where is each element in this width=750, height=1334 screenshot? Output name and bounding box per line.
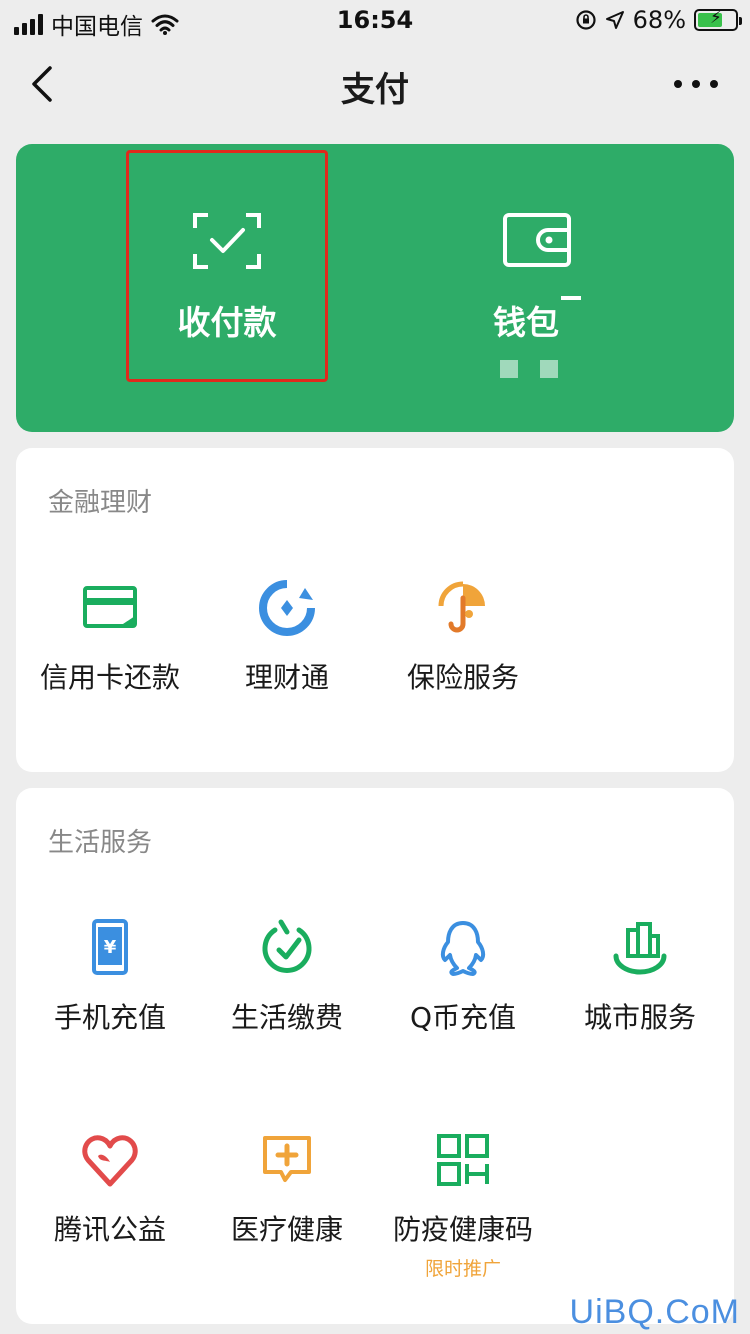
credit-card-icon bbox=[83, 586, 137, 628]
status-right: 68% ⚡ bbox=[575, 6, 742, 34]
status-bar: 中国电信 16:54 68% ⚡ bbox=[0, 0, 750, 40]
qq-icon bbox=[440, 921, 486, 976]
wallet-label: 钱包 bbox=[437, 296, 637, 344]
medical-icon bbox=[263, 1136, 311, 1182]
page-title: 支付 bbox=[341, 70, 409, 110]
receive-pay-button[interactable]: 收付款 bbox=[127, 144, 327, 432]
payment-card: 收付款 钱包 bbox=[16, 144, 734, 432]
nav-bar: 支付 bbox=[0, 40, 750, 128]
scan-pay-icon bbox=[193, 213, 261, 269]
utility-icon bbox=[262, 919, 312, 973]
wealth-icon bbox=[259, 580, 315, 636]
promo-badge: 限时推广 bbox=[424, 1258, 501, 1280]
wallet-button[interactable]: 钱包 bbox=[437, 144, 637, 432]
section-title: 生活服务 bbox=[48, 828, 153, 858]
watermark: UiBQ.CoM bbox=[569, 1293, 740, 1331]
battery-icon: ⚡ bbox=[694, 8, 742, 31]
insurance-label: 保险服务 bbox=[406, 661, 519, 694]
orientation-lock-icon bbox=[576, 10, 596, 30]
life-services-section: 生活服务 ¥ 手机充值 生活缴费 Q币充值 城市服务 腾讯公益 医疗健康 防疫健… bbox=[16, 788, 734, 1324]
city-icon bbox=[613, 922, 667, 975]
qr-code-icon bbox=[437, 1134, 489, 1186]
city-services-label: 城市服务 bbox=[583, 1001, 696, 1034]
finance-section: 金融理财 信用卡还款 理财通 保险服务 bbox=[16, 448, 734, 772]
section-title: 金融理财 bbox=[48, 488, 153, 518]
charity-icon bbox=[82, 1135, 138, 1187]
svg-text:¥: ¥ bbox=[104, 937, 117, 958]
health-code-label: 防疫健康码 bbox=[392, 1213, 533, 1246]
phone-recharge-icon: ¥ bbox=[92, 919, 128, 975]
insurance-icon bbox=[438, 581, 485, 633]
battery-percent: 68% bbox=[632, 6, 686, 34]
charging-icon: ⚡ bbox=[710, 8, 722, 28]
wallet-icon bbox=[503, 213, 571, 267]
wallet-balance-hidden bbox=[500, 360, 558, 378]
receive-pay-label: 收付款 bbox=[177, 303, 277, 342]
location-icon bbox=[605, 11, 624, 29]
more-options-icon[interactable] bbox=[674, 70, 718, 98]
